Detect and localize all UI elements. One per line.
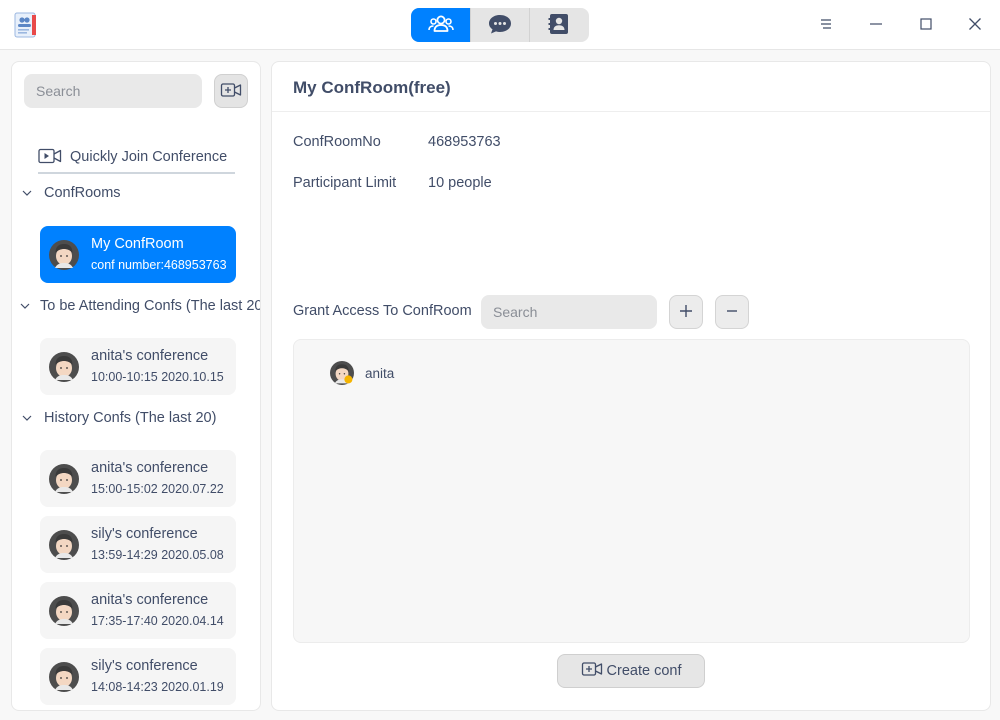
chevron-down-icon xyxy=(20,190,34,196)
quick-join-label: Quickly Join Conference xyxy=(70,149,228,165)
new-conference-button[interactable] xyxy=(214,74,248,108)
member-name: anita xyxy=(365,365,395,381)
confroom-number-value: 468953763 xyxy=(428,134,501,150)
avatar xyxy=(330,361,354,385)
conf-title: anita's conference xyxy=(91,348,209,364)
section-label: History Confs (The last 20) xyxy=(44,410,217,426)
add-member-button[interactable] xyxy=(669,295,703,329)
grant-access-label: Grant Access To ConfRoom xyxy=(293,303,472,319)
conf-subtitle: 13:59-14:29 2020.05.08 xyxy=(91,548,224,562)
avatar xyxy=(49,596,79,626)
section-label: To be Attending Confs (The last 20) xyxy=(40,298,260,314)
close-icon xyxy=(968,17,982,34)
conf-room-detail: My ConfRoom(free) ConfRoomNo 468953763 P… xyxy=(271,61,991,711)
conf-item[interactable]: My ConfRoom conf number:468953763 xyxy=(40,226,236,283)
conf-subtitle: 10:00-10:15 2020.10.15 xyxy=(91,370,224,384)
create-conf-button[interactable]: Create conf xyxy=(557,654,705,688)
sidebar: Quickly Join Conference ConfRooms My Con… xyxy=(11,61,261,711)
divider xyxy=(272,111,990,112)
title-bar xyxy=(0,0,1000,50)
chat-bubble-icon xyxy=(487,13,513,38)
menu-icon xyxy=(819,17,833,33)
conf-subtitle: 14:08-14:23 2020.01.19 xyxy=(91,680,224,694)
plus-icon xyxy=(679,304,693,321)
granted-members-list: anita xyxy=(293,339,970,643)
grant-search-input[interactable] xyxy=(481,295,657,329)
remove-member-button[interactable] xyxy=(715,295,749,329)
video-play-icon xyxy=(38,148,62,167)
minus-icon xyxy=(725,304,739,321)
section-attending[interactable]: To be Attending Confs (The last 20) xyxy=(20,293,260,319)
section-history[interactable]: History Confs (The last 20) xyxy=(20,405,260,431)
confroom-number-label: ConfRoomNo xyxy=(293,134,381,150)
view-switcher xyxy=(411,8,589,42)
conf-item[interactable]: sily's conference 14:08-14:23 2020.01.19 xyxy=(40,648,236,705)
quick-join-conference[interactable]: Quickly Join Conference xyxy=(38,142,235,174)
chevron-down-icon xyxy=(20,415,34,421)
conf-item[interactable]: anita's conference 15:00-15:02 2020.07.2… xyxy=(40,450,236,507)
video-add-icon xyxy=(220,82,242,101)
section-label: ConfRooms xyxy=(44,185,121,201)
avatar xyxy=(49,240,79,270)
conf-subtitle: 15:00-15:02 2020.07.22 xyxy=(91,482,224,496)
list-item[interactable]: anita xyxy=(330,361,394,385)
maximize-icon xyxy=(919,17,933,34)
tab-conferences[interactable] xyxy=(411,8,470,42)
conf-subtitle: 17:35-17:40 2020.04.14 xyxy=(91,614,224,628)
minimize-button[interactable] xyxy=(856,5,896,45)
sidebar-search-input[interactable] xyxy=(24,74,202,108)
create-conf-label: Create conf xyxy=(606,663,682,679)
menu-button[interactable] xyxy=(806,5,846,45)
conf-title: anita's conference xyxy=(91,592,209,608)
conf-item[interactable]: anita's conference 17:35-17:40 2020.04.1… xyxy=(40,582,236,639)
conf-item[interactable]: sily's conference 13:59-14:29 2020.05.08 xyxy=(40,516,236,573)
tab-chat[interactable] xyxy=(470,8,529,42)
conf-subtitle: conf number:468953763 xyxy=(91,258,227,272)
conf-title: sily's conference xyxy=(91,526,198,542)
conf-title: anita's conference xyxy=(91,460,209,476)
avatar xyxy=(49,464,79,494)
participant-limit-value: 10 people xyxy=(428,175,492,191)
minimize-icon xyxy=(869,17,883,34)
group-icon xyxy=(427,14,454,37)
participant-limit-label: Participant Limit xyxy=(293,175,397,191)
section-confrooms[interactable]: ConfRooms xyxy=(20,180,260,206)
page-title: My ConfRoom(free) xyxy=(293,78,451,97)
close-button[interactable] xyxy=(955,5,995,45)
maximize-button[interactable] xyxy=(906,5,946,45)
video-add-icon xyxy=(581,661,603,681)
tab-contacts[interactable] xyxy=(529,8,588,42)
app-logo-icon xyxy=(12,10,40,40)
avatar xyxy=(49,662,79,692)
conf-title: My ConfRoom xyxy=(91,236,184,252)
chevron-down-icon xyxy=(20,303,30,309)
conf-title: sily's conference xyxy=(91,658,198,674)
avatar xyxy=(49,530,79,560)
avatar xyxy=(49,352,79,382)
conf-item[interactable]: anita's conference 10:00-10:15 2020.10.1… xyxy=(40,338,236,395)
contact-card-icon xyxy=(547,12,571,39)
